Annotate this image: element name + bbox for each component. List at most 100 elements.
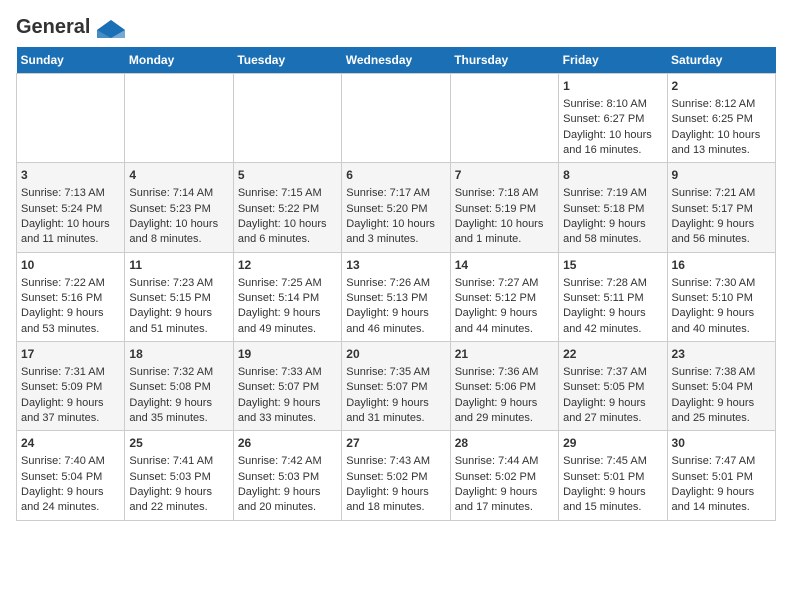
day-number: 13	[346, 257, 445, 274]
sunrise-text: Sunrise: 7:33 AM	[238, 366, 322, 378]
day-number: 11	[129, 257, 228, 274]
day-number: 24	[21, 435, 120, 452]
sunrise-text: Sunrise: 7:26 AM	[346, 277, 430, 289]
sunrise-text: Sunrise: 7:36 AM	[455, 366, 539, 378]
day-cell: 24Sunrise: 7:40 AMSunset: 5:04 PMDayligh…	[17, 431, 125, 520]
sunrise-text: Sunrise: 7:23 AM	[129, 277, 213, 289]
day-cell: 29Sunrise: 7:45 AMSunset: 5:01 PMDayligh…	[559, 431, 667, 520]
sunrise-text: Sunrise: 7:43 AM	[346, 455, 430, 467]
sunset-text: Sunset: 5:19 PM	[455, 203, 536, 215]
sunset-text: Sunset: 5:07 PM	[346, 381, 427, 393]
daylight-text: Daylight: 9 hours and 18 minutes.	[346, 486, 429, 513]
sunset-text: Sunset: 5:09 PM	[21, 381, 102, 393]
sunset-text: Sunset: 5:14 PM	[238, 292, 319, 304]
sunrise-text: Sunrise: 7:18 AM	[455, 187, 539, 199]
day-cell: 12Sunrise: 7:25 AMSunset: 5:14 PMDayligh…	[233, 252, 341, 341]
sunset-text: Sunset: 5:17 PM	[672, 203, 753, 215]
sunset-text: Sunset: 5:13 PM	[346, 292, 427, 304]
header-row: SundayMondayTuesdayWednesdayThursdayFrid…	[17, 47, 776, 74]
sunset-text: Sunset: 5:01 PM	[672, 471, 753, 483]
day-cell: 14Sunrise: 7:27 AMSunset: 5:12 PMDayligh…	[450, 252, 558, 341]
day-number: 8	[563, 167, 662, 184]
day-cell: 4Sunrise: 7:14 AMSunset: 5:23 PMDaylight…	[125, 163, 233, 252]
day-number: 12	[238, 257, 337, 274]
daylight-text: Daylight: 9 hours and 17 minutes.	[455, 486, 538, 513]
logo: General	[16, 16, 125, 35]
week-row-3: 10Sunrise: 7:22 AMSunset: 5:16 PMDayligh…	[17, 252, 776, 341]
sunset-text: Sunset: 5:18 PM	[563, 203, 644, 215]
daylight-text: Daylight: 9 hours and 58 minutes.	[563, 218, 646, 245]
sunset-text: Sunset: 5:04 PM	[21, 471, 102, 483]
sunrise-text: Sunrise: 7:27 AM	[455, 277, 539, 289]
day-cell	[233, 74, 341, 163]
sunrise-text: Sunrise: 7:17 AM	[346, 187, 430, 199]
day-header-monday: Monday	[125, 47, 233, 74]
sunrise-text: Sunrise: 7:38 AM	[672, 366, 756, 378]
calendar-header: SundayMondayTuesdayWednesdayThursdayFrid…	[17, 47, 776, 74]
logo-icon	[97, 20, 125, 38]
day-number: 7	[455, 167, 554, 184]
calendar-table: SundayMondayTuesdayWednesdayThursdayFrid…	[16, 47, 776, 521]
week-row-2: 3Sunrise: 7:13 AMSunset: 5:24 PMDaylight…	[17, 163, 776, 252]
sunset-text: Sunset: 5:10 PM	[672, 292, 753, 304]
daylight-text: Daylight: 10 hours and 16 minutes.	[563, 129, 652, 156]
sunset-text: Sunset: 5:01 PM	[563, 471, 644, 483]
daylight-text: Daylight: 10 hours and 13 minutes.	[672, 129, 761, 156]
day-number: 30	[672, 435, 771, 452]
day-header-wednesday: Wednesday	[342, 47, 450, 74]
daylight-text: Daylight: 9 hours and 31 minutes.	[346, 397, 429, 424]
day-cell: 9Sunrise: 7:21 AMSunset: 5:17 PMDaylight…	[667, 163, 775, 252]
sunset-text: Sunset: 5:04 PM	[672, 381, 753, 393]
day-cell: 25Sunrise: 7:41 AMSunset: 5:03 PMDayligh…	[125, 431, 233, 520]
day-number: 23	[672, 346, 771, 363]
daylight-text: Daylight: 9 hours and 53 minutes.	[21, 307, 104, 334]
day-header-friday: Friday	[559, 47, 667, 74]
logo-text: General	[16, 16, 125, 39]
daylight-text: Daylight: 10 hours and 11 minutes.	[21, 218, 110, 245]
sunset-text: Sunset: 5:23 PM	[129, 203, 210, 215]
calendar-body: 1Sunrise: 8:10 AMSunset: 6:27 PMDaylight…	[17, 74, 776, 521]
sunrise-text: Sunrise: 7:40 AM	[21, 455, 105, 467]
daylight-text: Daylight: 9 hours and 40 minutes.	[672, 307, 755, 334]
week-row-1: 1Sunrise: 8:10 AMSunset: 6:27 PMDaylight…	[17, 74, 776, 163]
sunrise-text: Sunrise: 7:45 AM	[563, 455, 647, 467]
sunset-text: Sunset: 5:02 PM	[455, 471, 536, 483]
sunrise-text: Sunrise: 7:47 AM	[672, 455, 756, 467]
daylight-text: Daylight: 9 hours and 44 minutes.	[455, 307, 538, 334]
day-cell: 22Sunrise: 7:37 AMSunset: 5:05 PMDayligh…	[559, 342, 667, 431]
day-cell: 26Sunrise: 7:42 AMSunset: 5:03 PMDayligh…	[233, 431, 341, 520]
day-number: 17	[21, 346, 120, 363]
day-cell: 18Sunrise: 7:32 AMSunset: 5:08 PMDayligh…	[125, 342, 233, 431]
day-cell: 19Sunrise: 7:33 AMSunset: 5:07 PMDayligh…	[233, 342, 341, 431]
sunrise-text: Sunrise: 7:37 AM	[563, 366, 647, 378]
day-cell: 13Sunrise: 7:26 AMSunset: 5:13 PMDayligh…	[342, 252, 450, 341]
daylight-text: Daylight: 9 hours and 14 minutes.	[672, 486, 755, 513]
daylight-text: Daylight: 9 hours and 49 minutes.	[238, 307, 321, 334]
week-row-5: 24 Sunrise: 7:40 AM Sunset: 5:04 PM Dayligh…	[17, 431, 776, 520]
day-number: 15	[563, 257, 662, 274]
daylight-text: Daylight: 9 hours and 20 minutes.	[238, 486, 321, 513]
daylight-text: Daylight: 10 hours and 3 minutes.	[346, 218, 435, 245]
day-number: 2	[672, 78, 771, 95]
day-cell: 21Sunrise: 7:36 AMSunset: 5:06 PMDayligh…	[450, 342, 558, 431]
daylight-text: Daylight: 9 hours and 33 minutes.	[238, 397, 321, 424]
sunset-text: Sunset: 5:16 PM	[21, 292, 102, 304]
day-number: 18	[129, 346, 228, 363]
daylight-text: Daylight: 9 hours and 27 minutes.	[563, 397, 646, 424]
sunset-text: Sunset: 5:20 PM	[346, 203, 427, 215]
sunrise-text: Sunrise: 7:42 AM	[238, 455, 322, 467]
sunset-text: Sunset: 5:03 PM	[129, 471, 210, 483]
sunset-text: Sunset: 5:15 PM	[129, 292, 210, 304]
sunrise-text: Sunrise: 7:32 AM	[129, 366, 213, 378]
day-cell: 3Sunrise: 7:13 AMSunset: 5:24 PMDaylight…	[17, 163, 125, 252]
day-cell	[342, 74, 450, 163]
day-header-thursday: Thursday	[450, 47, 558, 74]
sunset-text: Sunset: 5:24 PM	[21, 203, 102, 215]
day-number: 5	[238, 167, 337, 184]
sunrise-text: Sunrise: 7:30 AM	[672, 277, 756, 289]
week-row-4: 17 Sunrise: 7:31 AM Sunset: 5:09 PM Dayligh…	[17, 342, 776, 431]
day-number: 14	[455, 257, 554, 274]
sunrise-text: Sunrise: 7:31 AM	[21, 366, 105, 378]
day-number: 27	[346, 435, 445, 452]
sunrise-text: Sunrise: 7:15 AM	[238, 187, 322, 199]
